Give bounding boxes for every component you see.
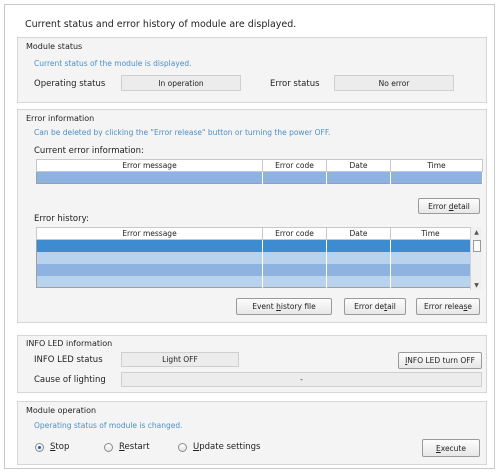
current-error-table[interactable]: Error message Error code Date Time xyxy=(36,159,483,184)
error-information-title: Error information xyxy=(26,114,95,123)
module-status-group: Module status Current status of the modu… xyxy=(17,37,487,103)
column-header-date[interactable]: Date xyxy=(326,227,391,240)
scroll-thumb[interactable] xyxy=(473,240,481,252)
error-information-group: Error information Can be deleted by clic… xyxy=(17,109,487,323)
current-error-label: Current error information: xyxy=(34,146,144,156)
radio-update-settings[interactable]: Update settings xyxy=(178,442,260,452)
module-operation-hint: Operating status of module is changed. xyxy=(34,421,183,430)
error-status-label: Error status xyxy=(270,79,320,89)
module-operation-title: Module operation xyxy=(26,406,97,415)
column-header-error-message[interactable]: Error message xyxy=(36,227,263,240)
error-information-hint: Can be deleted by clicking the "Error re… xyxy=(34,128,331,137)
error-history-label: Error history: xyxy=(34,214,89,224)
column-header-time[interactable]: Time xyxy=(390,227,471,240)
radio-button-icon[interactable] xyxy=(104,442,113,452)
error-release-button[interactable]: Error release xyxy=(416,298,480,315)
info-led-group: INFO LED information INFO LED status Lig… xyxy=(17,335,487,393)
execute-button[interactable]: Execute xyxy=(422,439,480,457)
scroll-up-icon[interactable]: ▲ xyxy=(471,229,482,236)
info-led-title: INFO LED information xyxy=(26,339,113,348)
table-row[interactable] xyxy=(36,263,471,276)
table-row[interactable] xyxy=(36,275,471,288)
cause-of-lighting-value: - xyxy=(121,372,482,387)
error-detail-history-button[interactable]: Error detail xyxy=(344,298,406,315)
page-description: Current status and error history of modu… xyxy=(25,19,297,30)
radio-restart[interactable]: Restart xyxy=(104,442,150,452)
dialog-panel: Current status and error history of modu… xyxy=(4,4,495,469)
error-status-value: No error xyxy=(334,75,454,91)
module-status-title: Module status xyxy=(26,42,83,51)
info-led-status-value: Light OFF xyxy=(121,352,239,367)
column-header-time[interactable]: Time xyxy=(390,159,483,172)
radio-button-icon[interactable] xyxy=(35,442,44,452)
table-row[interactable] xyxy=(36,239,471,252)
operating-status-label: Operating status xyxy=(34,79,106,89)
operating-status-value: In operation xyxy=(121,75,241,91)
info-led-status-label: INFO LED status xyxy=(34,355,103,365)
radio-stop[interactable]: Stop xyxy=(35,442,69,452)
event-history-file-button[interactable]: Event history file xyxy=(236,298,332,315)
column-header-date[interactable]: Date xyxy=(326,159,391,172)
cause-of-lighting-label: Cause of lighting xyxy=(34,375,106,385)
table-row[interactable] xyxy=(36,251,471,264)
table-row[interactable] xyxy=(36,171,483,184)
info-led-turn-off-button[interactable]: INFO LED turn OFF xyxy=(398,352,482,369)
column-header-error-code[interactable]: Error code xyxy=(262,159,327,172)
history-scrollbar[interactable]: ▲ ▼ xyxy=(470,227,482,290)
error-detail-button[interactable]: Error detail xyxy=(418,198,480,214)
column-header-error-code[interactable]: Error code xyxy=(262,227,327,240)
error-history-table[interactable]: Error message Error code Date Time xyxy=(36,227,471,288)
module-status-hint: Current status of the module is displaye… xyxy=(34,59,192,68)
radio-button-icon[interactable] xyxy=(178,442,187,452)
column-header-error-message[interactable]: Error message xyxy=(36,159,263,172)
module-operation-group: Module operation Operating status of mod… xyxy=(17,401,487,465)
scroll-down-icon[interactable]: ▼ xyxy=(471,282,482,289)
